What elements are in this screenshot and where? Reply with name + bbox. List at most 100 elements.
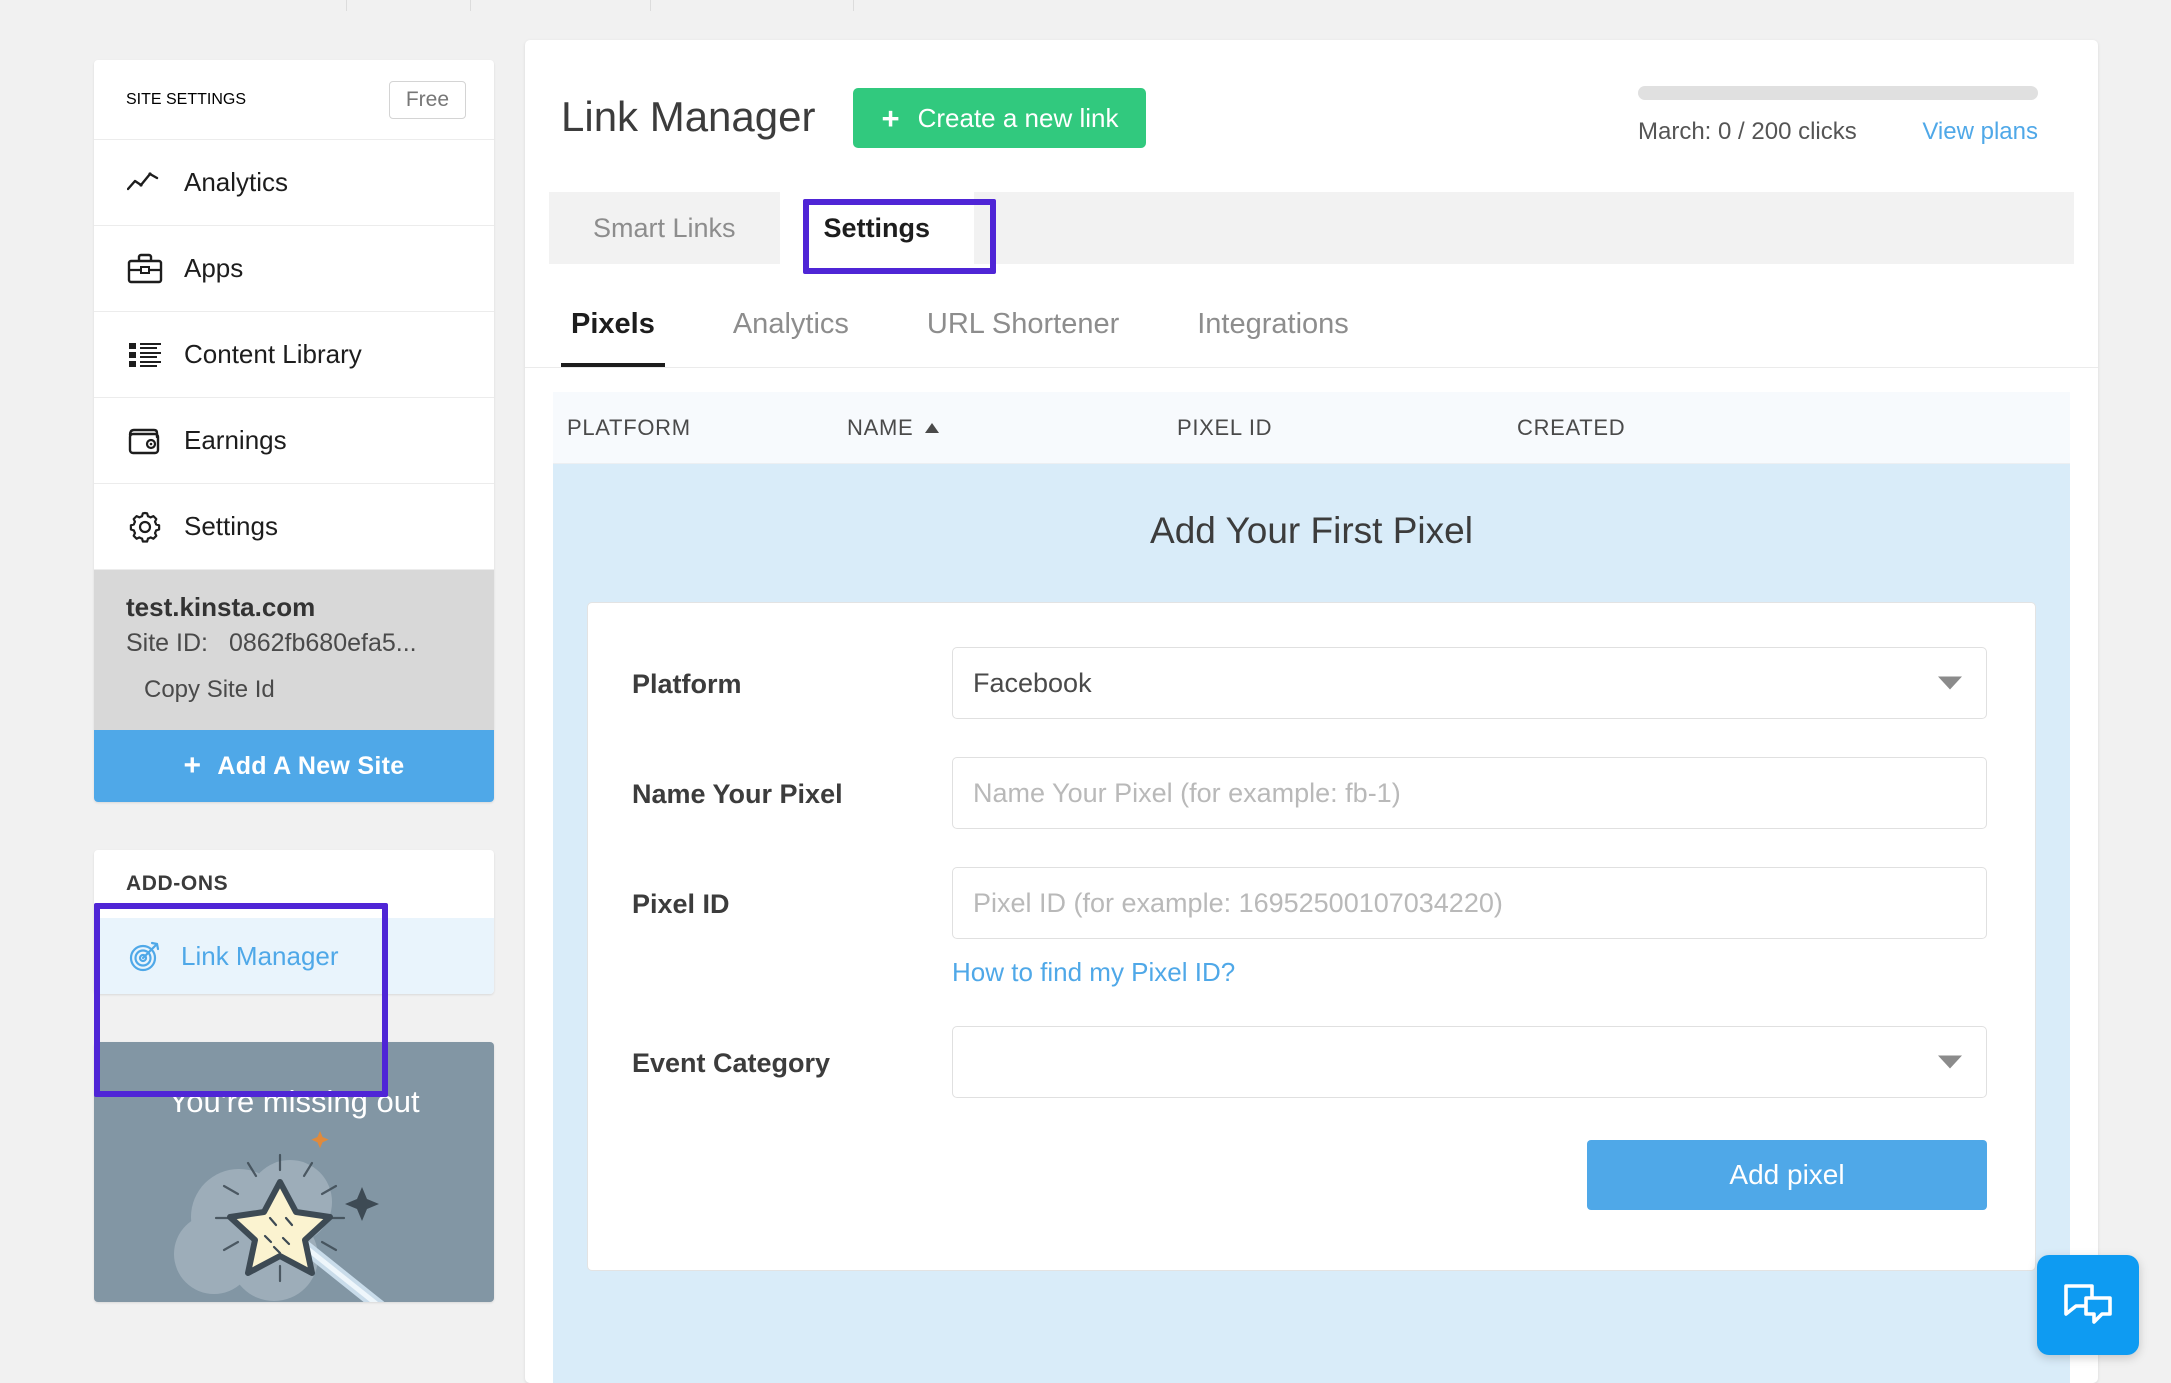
settings-subtabs: Pixels Analytics URL Shortener Integrati… <box>525 292 2098 368</box>
sidebar-item-label: Content Library <box>184 339 362 369</box>
view-plans-link[interactable]: View plans <box>1922 118 2038 146</box>
page-title: Link Manager <box>561 93 816 140</box>
how-to-find-pixel-id-link[interactable]: How to find my Pixel ID? <box>952 957 1235 988</box>
tab-label: Settings <box>823 212 931 243</box>
sidebar-item-link-manager[interactable]: Link Manager <box>94 918 494 994</box>
chrome-divider <box>470 0 471 11</box>
pixel-id-control: How to find my Pixel ID? <box>952 867 1987 988</box>
site-domain: test.kinsta.com <box>126 592 316 622</box>
create-new-link-label: Create a new link <box>917 102 1119 133</box>
subtab-pixels[interactable]: Pixels <box>561 292 665 367</box>
column-header-platform[interactable]: PLATFORM <box>567 415 847 441</box>
tab-settings[interactable]: Settings <box>779 192 975 264</box>
event-category-select[interactable] <box>952 1026 1987 1098</box>
chat-bubbles-icon <box>2064 1284 2112 1324</box>
platform-select[interactable]: Facebook <box>952 647 1987 719</box>
sidebar-item-label: Analytics <box>184 167 289 197</box>
column-header-created[interactable]: CREATED <box>1517 415 2056 441</box>
main-content-card: Link Manager + Create a new link March: … <box>525 40 2098 1383</box>
site-id-value: 0862fb680efa5... <box>228 629 417 657</box>
site-info-block: test.kinsta.com Site ID: 0862fb680efa5..… <box>94 570 494 730</box>
quota-text: March: 0 / 200 clicks <box>1638 118 1857 145</box>
add-pixel-button[interactable]: Add pixel <box>1587 1140 1987 1210</box>
target-icon <box>127 938 163 974</box>
form-row-name: Name Your Pixel <box>632 757 1987 829</box>
sidebar-header: SITE SETTINGS Free <box>94 60 494 140</box>
chevron-down-icon <box>1938 676 1962 690</box>
chat-support-button[interactable] <box>2037 1255 2139 1355</box>
wallet-icon <box>126 422 164 460</box>
subtab-label: URL Shortener <box>926 308 1120 340</box>
sidebar-item-settings[interactable]: Settings <box>94 484 494 570</box>
subtab-label: Pixels <box>571 308 655 340</box>
sidebar-item-earnings[interactable]: Earnings <box>94 398 494 484</box>
add-pixel-form: Platform Facebook Name Your Pixel Name Y… <box>587 602 2036 1271</box>
add-new-site-label: Add A New Site <box>217 751 405 780</box>
sidebar-item-analytics[interactable]: Analytics <box>94 140 494 226</box>
sidebar-item-label: Settings <box>184 511 278 541</box>
subtab-label: Integrations <box>1197 308 1349 340</box>
plus-icon: + <box>183 749 202 782</box>
sidebar-item-content-library[interactable]: Content Library <box>94 312 494 398</box>
chrome-divider <box>346 0 347 11</box>
briefcase-icon <box>126 250 164 288</box>
sidebar-item-label: Earnings <box>184 425 287 455</box>
top-chrome-strip <box>0 0 2171 12</box>
plus-icon: + <box>881 100 900 136</box>
form-row-event-category: Event Category <box>632 1026 1987 1098</box>
promo-card[interactable]: You're missing out <box>94 1042 494 1302</box>
copy-site-id-button[interactable]: Copy Site Id <box>126 676 462 704</box>
name-input[interactable] <box>952 757 1987 829</box>
platform-label: Platform <box>632 669 742 699</box>
subtab-analytics[interactable]: Analytics <box>723 292 859 367</box>
chrome-divider <box>853 0 854 11</box>
event-category-control <box>952 1026 1987 1098</box>
form-submit-row: Add pixel <box>632 1140 1987 1210</box>
subtab-integrations[interactable]: Integrations <box>1187 292 1359 367</box>
app-root: SITE SETTINGS Free Analytics Apps Conten… <box>0 0 2171 1383</box>
site-settings-card: SITE SETTINGS Free Analytics Apps Conten… <box>94 60 494 802</box>
platform-selected-value: Facebook <box>973 667 1092 698</box>
quota-row: March: 0 / 200 clicks View plans <box>1638 118 2038 146</box>
click-quota: March: 0 / 200 clicks View plans <box>1638 86 2038 146</box>
pixels-table-header: PLATFORM NAME PIXEL ID CREATED <box>553 392 2070 464</box>
main-header: Link Manager + Create a new link March: … <box>525 40 2098 180</box>
column-header-name-label: NAME <box>847 414 914 440</box>
name-control <box>952 757 1987 829</box>
create-new-link-button[interactable]: + Create a new link <box>853 88 1147 148</box>
pixel-id-input[interactable] <box>952 867 1987 939</box>
event-category-label: Event Category <box>632 1048 831 1078</box>
add-new-site-button[interactable]: + Add A New Site <box>94 730 494 802</box>
gear-icon <box>126 508 164 546</box>
form-row-platform: Platform Facebook <box>632 647 1987 719</box>
platform-control: Facebook <box>952 647 1987 719</box>
sort-ascending-icon <box>925 422 940 433</box>
tab-smart-links[interactable]: Smart Links <box>549 192 780 264</box>
main-tabbar: Smart Links Settings <box>549 192 2074 264</box>
form-row-pixel-id: Pixel ID How to find my Pixel ID? <box>632 867 1987 988</box>
subtab-url-shortener[interactable]: URL Shortener <box>917 292 1129 367</box>
magic-wand-illustration <box>174 1131 385 1302</box>
tab-label: Smart Links <box>593 212 736 243</box>
chevron-down-icon <box>1938 1055 1962 1069</box>
line-chart-icon <box>126 164 164 202</box>
plan-badge: Free <box>388 80 466 119</box>
name-label: Name Your Pixel <box>632 779 843 809</box>
site-id-label: Site ID: <box>126 629 208 657</box>
sidebar-title: SITE SETTINGS <box>126 90 247 108</box>
addons-card: ADD-ONS Link Manager <box>94 850 494 994</box>
column-header-name[interactable]: NAME <box>847 415 1177 441</box>
site-id-row: Site ID: 0862fb680efa5... <box>126 629 462 658</box>
pixel-id-label: Pixel ID <box>632 889 730 919</box>
empty-state-panel: Add Your First Pixel Platform Facebook N… <box>553 464 2070 1383</box>
column-header-pixel-id[interactable]: PIXEL ID <box>1177 415 1517 441</box>
sidebar: SITE SETTINGS Free Analytics Apps Conten… <box>94 60 494 1302</box>
sidebar-item-label: Apps <box>184 253 244 283</box>
sidebar-item-apps[interactable]: Apps <box>94 226 494 312</box>
empty-state-title: Add Your First Pixel <box>1150 510 1473 551</box>
chrome-divider <box>650 0 651 11</box>
sidebar-item-label: Link Manager <box>181 940 339 971</box>
list-icon <box>126 336 164 374</box>
quota-progress-bar <box>1638 86 2038 100</box>
addons-title: ADD-ONS <box>126 872 229 895</box>
